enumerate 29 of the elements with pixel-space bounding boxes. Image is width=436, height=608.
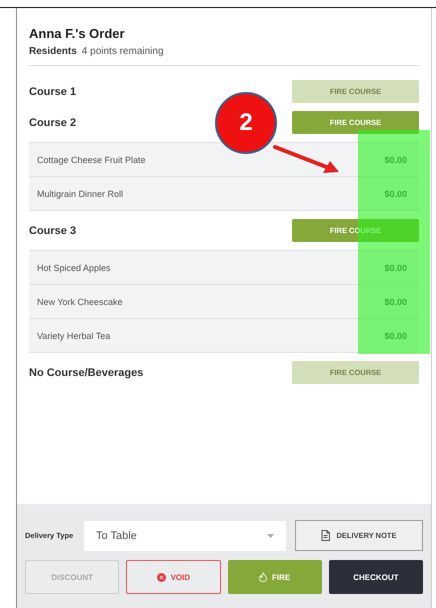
item-name: Hot Spiced Apples [37,262,111,272]
order-item-row[interactable]: New York Cheescake $0.00 [29,284,419,318]
course-name: Course 3 [29,224,76,236]
document-icon [321,530,330,541]
caret-icon [267,534,274,538]
order-item-row[interactable]: Hot Spiced Apples $0.00 [29,250,419,284]
order-item-row[interactable]: Cottage Cheese Fruit Plate $0.00 [29,142,419,176]
order-item-row[interactable]: Multigrain Dinner Roll $0.00 [29,176,419,211]
item-name: New York Cheescake [37,296,123,306]
item-price: $0.00 [384,296,407,306]
void-icon [156,572,166,582]
item-price: $0.00 [384,188,407,198]
delivery-type-dropdown[interactable]: To Table [84,520,286,550]
void-button[interactable]: VOID [126,560,220,594]
points-remaining: 4 points remaining [82,46,164,57]
order-title: Anna F.'s Order [29,26,126,41]
item-price: $0.00 [384,330,407,340]
course-name: Course 2 [29,116,76,128]
item-name: Multigrain Dinner Roll [37,188,124,198]
course-name: Course 1 [29,86,76,98]
item-price: $0.00 [384,262,407,272]
order-item-row[interactable]: Variety Herbal Tea $0.00 [29,318,419,353]
customer-group: Residents [29,46,77,57]
item-name: Cottage Cheese Fruit Plate [37,154,146,164]
checkout-button[interactable]: CHECKOUT [328,560,423,594]
item-name: Variety Herbal Tea [37,330,110,340]
course-name: No Course/Beverages [29,366,144,378]
item-price: $0.00 [384,154,407,164]
flame-icon [259,572,267,582]
